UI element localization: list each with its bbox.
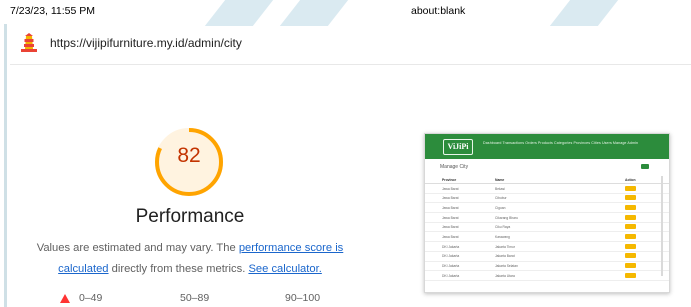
audited-url[interactable]: https://vijipifurniture.my.id/admin/city bbox=[50, 36, 242, 50]
row-action-button bbox=[625, 263, 636, 268]
row-province: Jawa Barat bbox=[442, 225, 459, 230]
left-border bbox=[4, 24, 7, 307]
gauge-score: 82 bbox=[177, 144, 201, 167]
row-action-button bbox=[625, 243, 636, 249]
screenshot-row: Jawa Barat Cibubur bbox=[425, 194, 669, 204]
print-date: 7/23/23, 11:55 PM bbox=[10, 5, 96, 17]
screenshot-row: DKI Jakarta Jakarta Timur bbox=[425, 242, 669, 252]
row-action-button bbox=[625, 185, 636, 191]
legend-average-label: 50–89 bbox=[180, 292, 210, 304]
screenshot-heading-row: Manage City bbox=[425, 159, 669, 175]
score-description: Values are estimated and may vary. The p… bbox=[20, 238, 360, 280]
col-province: Province bbox=[442, 177, 457, 182]
row-city: Jakarta Timur bbox=[495, 244, 515, 249]
row-province: Jawa Barat bbox=[442, 215, 459, 220]
col-name: Name bbox=[495, 177, 505, 182]
row-province: DKI Jakarta bbox=[442, 254, 460, 259]
screenshot-add-button bbox=[641, 164, 649, 169]
print-title: about:blank bbox=[411, 5, 466, 17]
row-action-button bbox=[625, 204, 636, 210]
desc-text-1: Values are estimated and may vary. The bbox=[36, 242, 239, 254]
screenshot-row: Jawa Barat Karawang bbox=[425, 232, 669, 243]
see-calculator-link[interactable]: See calculator. bbox=[248, 263, 321, 275]
row-city: Jakarta Barat bbox=[495, 254, 515, 259]
legend-fail-label: 0–49 bbox=[79, 292, 103, 304]
fail-triangle-icon bbox=[60, 293, 70, 303]
screenshot-table-header: Province Name Action bbox=[425, 175, 669, 184]
row-province: DKI Jakarta bbox=[442, 244, 460, 249]
row-province: Jawa Barat bbox=[442, 205, 459, 210]
row-action-button bbox=[625, 224, 636, 230]
row-city: Jakarta Selatan bbox=[495, 264, 518, 268]
screenshot-row: Jawa Barat Cigoan bbox=[425, 203, 669, 214]
final-screenshot: ViJiPi Dashboard Transactions Orders Pro… bbox=[424, 133, 670, 293]
row-province: DKI Jakarta bbox=[442, 273, 460, 278]
screenshot-scrollbar bbox=[661, 176, 663, 276]
legend-fail: 0–49 bbox=[60, 292, 102, 304]
row-province: Jawa Barat bbox=[442, 186, 459, 191]
legend-average: 50–89 bbox=[180, 292, 209, 304]
row-action-button bbox=[625, 233, 636, 239]
row-city: Karawang bbox=[495, 234, 510, 239]
row-action-button bbox=[625, 253, 636, 259]
col-action: Action bbox=[625, 177, 636, 182]
row-action-button bbox=[625, 214, 636, 220]
row-city: Cikarang Bharu bbox=[495, 215, 518, 220]
row-province: Jawa Barat bbox=[442, 196, 459, 201]
row-city: Jakarta Utara bbox=[495, 273, 515, 278]
row-city: Ciku Raya bbox=[495, 225, 511, 230]
screenshot-heading: Manage City bbox=[440, 164, 469, 170]
row-province: DKI Jakarta bbox=[442, 264, 460, 268]
report-urlbar: https://vijipifurniture.my.id/admin/city bbox=[20, 30, 242, 56]
screenshot-row: DKI Jakarta Jakarta Utara bbox=[425, 271, 669, 281]
screenshot-row: Jawa Barat Ciku Raya bbox=[425, 223, 669, 233]
row-action-button bbox=[625, 195, 636, 201]
screenshot-row: Jawa Barat Cikarang Bharu bbox=[425, 213, 669, 223]
row-city: Cigoan bbox=[495, 205, 506, 210]
lighthouse-logo-icon bbox=[21, 33, 37, 52]
screenshot-brand: ViJiPi bbox=[443, 139, 473, 155]
legend-pass-label: 90–100 bbox=[285, 292, 321, 304]
screenshot-row: Jawa Barat Bekasi bbox=[425, 184, 669, 194]
desc-text-2: directly from these metrics. bbox=[108, 263, 249, 275]
screenshot-navbar: ViJiPi Dashboard Transactions Orders Pro… bbox=[425, 134, 669, 159]
row-city: Bekasi bbox=[495, 186, 505, 191]
row-action-button bbox=[625, 272, 636, 278]
urlbar-divider bbox=[10, 64, 691, 65]
row-province: Jawa Barat bbox=[442, 234, 459, 239]
category-title: Performance bbox=[135, 206, 245, 227]
screenshot-row: DKI Jakarta Jakarta Selatan bbox=[425, 262, 669, 272]
screenshot-menu: Dashboard Transactions Orders Products C… bbox=[483, 141, 639, 145]
screenshot-row: DKI Jakarta Jakarta Barat bbox=[425, 252, 669, 262]
row-city: Cibubur bbox=[495, 196, 507, 201]
legend-pass: 90–100 bbox=[285, 292, 320, 304]
